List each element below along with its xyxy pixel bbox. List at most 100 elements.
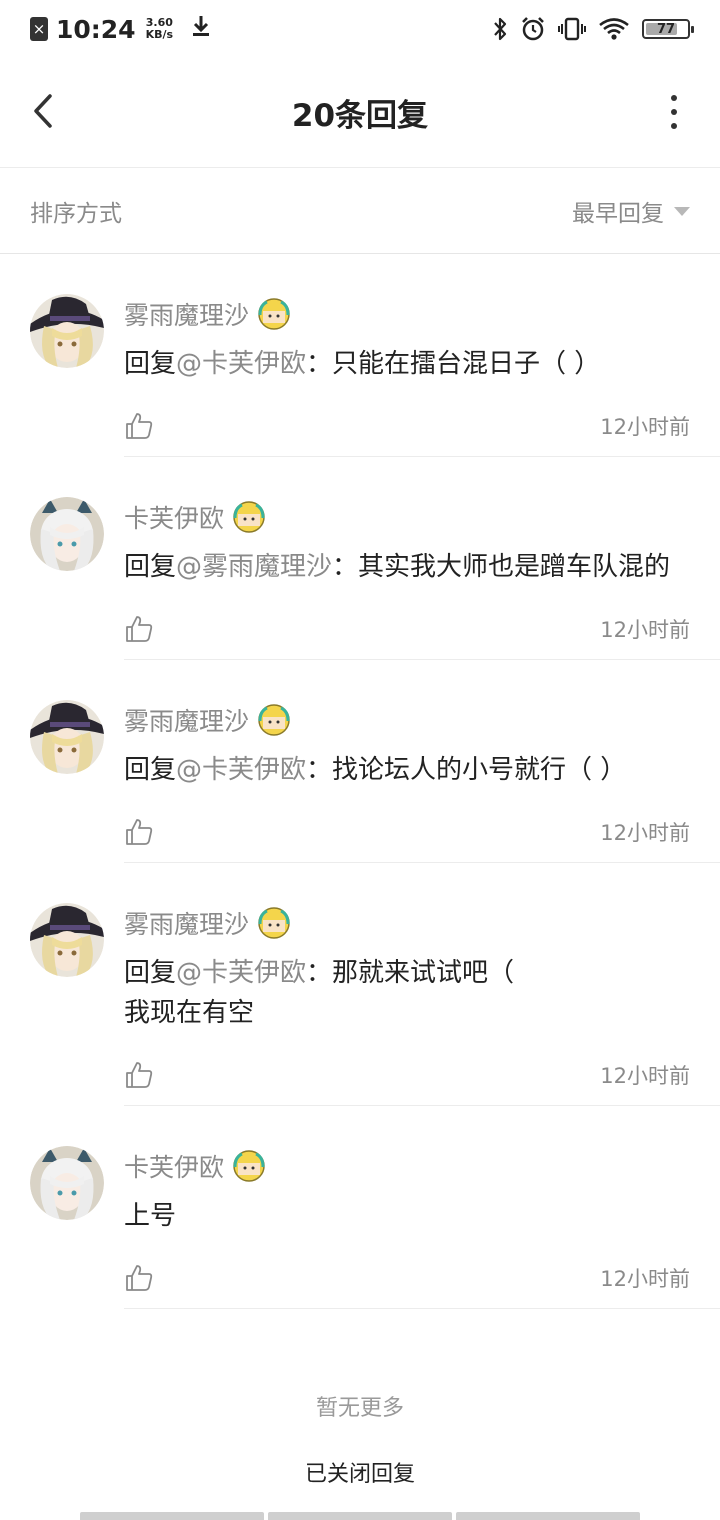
reply-item: 雾雨魔理沙 回复@卡芙伊欧：只能在擂台混日子（ ） 12小时前 [0,254,720,457]
sim-off-icon [30,17,48,41]
bottom-strip-segment [268,1512,452,1520]
reply-time: 12小时前 [600,1267,690,1291]
bottom-edge-strip [80,1512,640,1520]
user-badge-icon [233,501,265,533]
more-dot [671,123,677,129]
thumbs-up-icon[interactable] [124,1060,154,1090]
reply-time: 12小时前 [600,415,690,439]
reply-item: 卡芙伊欧 回复@雾雨魔理沙：其实我大师也是蹭车队混的 12小时前 [0,457,720,660]
user-badge-icon [258,298,290,330]
reply-item: 卡芙伊欧 上号 12小时前 [0,1106,720,1309]
sort-value: 最早回复 [572,200,664,227]
net-speed: 3.60 KB/s [146,17,173,41]
reply-username[interactable]: 雾雨魔理沙 [124,296,249,332]
avatar[interactable] [30,1146,104,1220]
bluetooth-icon [492,16,508,42]
alarm-icon [520,16,546,42]
bottom-strip-segment [456,1512,640,1520]
avatar[interactable] [30,903,104,977]
reply-username[interactable]: 卡芙伊欧 [124,1148,224,1184]
status-bar: 10:24 3.60 KB/s 77 [0,0,720,58]
witch-avatar-icon [30,700,104,774]
more-button[interactable] [664,88,684,136]
reply-time: 12小时前 [600,618,690,642]
reply-footer: 12小时前 [124,1045,690,1105]
reply-username[interactable]: 雾雨魔理沙 [124,905,249,941]
reply-prefix: 回复 [124,958,177,988]
reply-body: 卡芙伊欧 上号 12小时前 [124,1146,720,1309]
reply-content: 回复@雾雨魔理沙：其实我大师也是蹭车队混的 [124,547,690,587]
reply-mention[interactable]: @雾雨魔理沙 [176,552,332,582]
reply-content: 回复@卡芙伊欧：那就来试试吧（ 我现在有空 [124,953,690,1033]
more-dot [671,109,677,115]
reply-username[interactable]: 卡芙伊欧 [124,499,224,535]
reply-time: 12小时前 [600,821,690,845]
reply-text: 上号 [124,1201,177,1231]
witch-avatar-icon [30,903,104,977]
avatar[interactable] [30,294,104,368]
reply-text: ：找论坛人的小号就行（ ） [306,755,627,785]
avatar[interactable] [30,497,104,571]
no-more-text: 暂无更多 [315,1396,404,1421]
status-right: 77 [492,16,694,42]
reply-username[interactable]: 雾雨魔理沙 [124,702,249,738]
battery-icon: 77 [642,19,694,39]
reply-time: 12小时前 [600,1064,690,1088]
reply-prefix: 回复 [124,755,177,785]
reply-header: 卡芙伊欧 [124,1146,690,1186]
sort-label: 排序方式 [30,200,122,227]
thumbs-up-icon[interactable] [124,411,154,441]
page-title: 20条回复 [291,98,429,134]
vibrate-icon [558,16,586,42]
reply-header: 雾雨魔理沙 [124,700,690,740]
reply-mention[interactable]: @卡芙伊欧 [176,755,306,785]
reply-header: 卡芙伊欧 [124,497,690,537]
reply-footer: 12小时前 [124,599,690,659]
wifi-icon [598,16,630,42]
cat-girl-avatar-icon [30,1146,104,1220]
reply-prefix: 回复 [124,349,177,379]
reply-text: ：其实我大师也是蹭车队混的 [332,552,671,582]
sort-bar: 排序方式 最早回复 [0,168,720,254]
reply-header: 雾雨魔理沙 [124,294,690,334]
replies-closed-text: 已关闭回复 [304,1462,415,1487]
thumbs-up-icon[interactable] [124,614,154,644]
net-speed-unit: KB/s [145,28,174,41]
user-badge-icon [233,1150,265,1182]
reply-footer: 12小时前 [124,1248,690,1308]
reply-content: 回复@卡芙伊欧：找论坛人的小号就行（ ） [124,750,690,790]
reply-mention[interactable]: @卡芙伊欧 [176,349,306,379]
reply-body: 雾雨魔理沙 回复@卡芙伊欧：只能在擂台混日子（ ） 12小时前 [124,294,720,457]
sort-dropdown[interactable]: 最早回复 [572,194,690,228]
nav-bar: 20条回复 [0,58,720,168]
status-left: 10:24 3.60 KB/s [30,14,211,44]
reply-header: 雾雨魔理沙 [124,903,690,943]
reply-footer: 12小时前 [124,396,690,456]
reply-item: 雾雨魔理沙 回复@卡芙伊欧：那就来试试吧（ 我现在有空 12小时前 [0,863,720,1106]
reply-content: 上号 [124,1196,690,1236]
reply-content: 回复@卡芙伊欧：只能在擂台混日子（ ） [124,344,690,384]
user-badge-icon [258,704,290,736]
back-button[interactable] [24,86,68,136]
battery-level: 77 [656,21,676,37]
avatar[interactable] [30,700,104,774]
reply-body: 雾雨魔理沙 回复@卡芙伊欧：找论坛人的小号就行（ ） 12小时前 [124,700,720,863]
status-time: 10:24 [56,14,136,44]
bottom-strip-segment [80,1512,264,1520]
chevron-left-icon [34,94,52,128]
thumbs-up-icon[interactable] [124,1263,154,1293]
cat-girl-avatar-icon [30,497,104,571]
reply-text: ：只能在擂台混日子（ ） [306,349,601,379]
thumbs-up-icon[interactable] [124,817,154,847]
reply-mention[interactable]: @卡芙伊欧 [176,958,306,988]
reply-item: 雾雨魔理沙 回复@卡芙伊欧：找论坛人的小号就行（ ） 12小时前 [0,660,720,863]
reply-prefix: 回复 [124,552,177,582]
download-icon [191,14,211,44]
caret-down-icon [674,207,690,216]
reply-body: 卡芙伊欧 回复@雾雨魔理沙：其实我大师也是蹭车队混的 12小时前 [124,497,720,660]
reply-body: 雾雨魔理沙 回复@卡芙伊欧：那就来试试吧（ 我现在有空 12小时前 [124,903,720,1106]
more-dot [671,95,677,101]
reply-list: 雾雨魔理沙 回复@卡芙伊欧：只能在擂台混日子（ ） 12小时前 卡芙伊欧 回复@… [0,254,720,1309]
user-badge-icon [258,907,290,939]
witch-avatar-icon [30,294,104,368]
